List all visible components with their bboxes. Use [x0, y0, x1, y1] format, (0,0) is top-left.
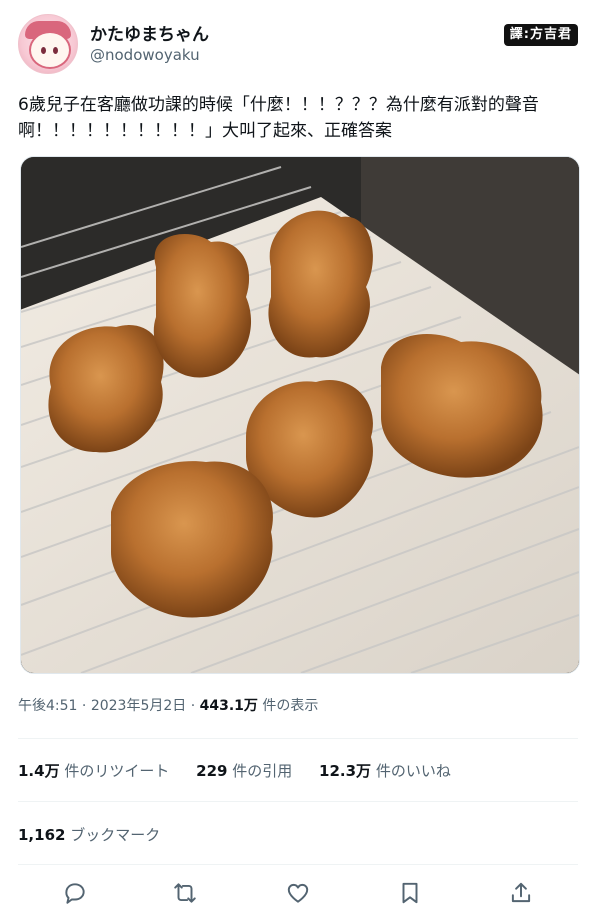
retweet-button[interactable]	[172, 880, 200, 908]
retweets-stat[interactable]: 1.4万 件のリツイート	[18, 762, 174, 780]
quotes-label: 件の引用	[232, 762, 293, 780]
user-handle[interactable]: @nodowoyaku	[90, 46, 200, 64]
divider	[18, 738, 578, 739]
avatar-eye	[53, 47, 58, 54]
bookmarks-stat[interactable]: 1,162 ブックマーク	[18, 824, 160, 845]
reply-icon	[65, 883, 85, 904]
photo-illustration	[21, 157, 579, 673]
like-button[interactable]	[285, 880, 313, 908]
views-label: 件の表示	[262, 698, 319, 714]
translator-badge: 譯:方吉君	[503, 24, 578, 46]
tweet-text: 6歲兒子在客廳做功課的時候「什麼！！！？？？為什麼有派對的聲音啊！！！！！！！！…	[18, 95, 539, 141]
likes-label: 件のいいね	[375, 762, 451, 780]
divider	[18, 801, 578, 802]
retweet-icon	[174, 883, 196, 903]
likes-stat[interactable]: 12.3万 件のいいね	[319, 762, 451, 780]
action-bar	[0, 876, 598, 912]
bookmark-icon	[402, 882, 418, 904]
avatar-eye	[41, 47, 46, 54]
engagement-stats: 1.4万 件のリツイート 229 件の引用 12.3万 件のいいね	[18, 760, 473, 781]
tweet-photo-fried-chicken[interactable]	[20, 156, 580, 674]
display-name[interactable]: かたゆまちゃん	[90, 20, 209, 45]
reply-button[interactable]	[62, 880, 90, 908]
retweets-label: 件のリツイート	[64, 762, 170, 780]
bookmarks-label: ブックマーク	[70, 826, 161, 844]
tweet-meta: 午後4:51 · 2023年5月2日 · 443.1万 件の表示	[18, 695, 318, 715]
quotes-count: 229	[196, 762, 228, 780]
share-icon	[511, 882, 531, 903]
meta-separator: ·	[190, 698, 196, 714]
likes-count: 12.3万	[319, 762, 372, 780]
share-button[interactable]	[508, 880, 536, 908]
views-count: 443.1万	[199, 698, 258, 714]
tweet-time[interactable]: 午後4:51	[18, 698, 77, 714]
avatar-face	[29, 31, 71, 69]
avatar[interactable]	[18, 14, 78, 74]
bookmark-button[interactable]	[397, 880, 425, 908]
bookmarks-count: 1,162	[18, 826, 66, 844]
quotes-stat[interactable]: 229 件の引用	[196, 762, 297, 780]
retweets-count: 1.4万	[18, 762, 60, 780]
divider	[18, 864, 578, 865]
tweet-header: かたゆまちゃん @nodowoyaku 譯:方吉君	[18, 14, 578, 74]
like-icon	[287, 883, 309, 903]
meta-separator: ·	[81, 698, 87, 714]
tweet-date[interactable]: 2023年5月2日	[91, 698, 186, 714]
